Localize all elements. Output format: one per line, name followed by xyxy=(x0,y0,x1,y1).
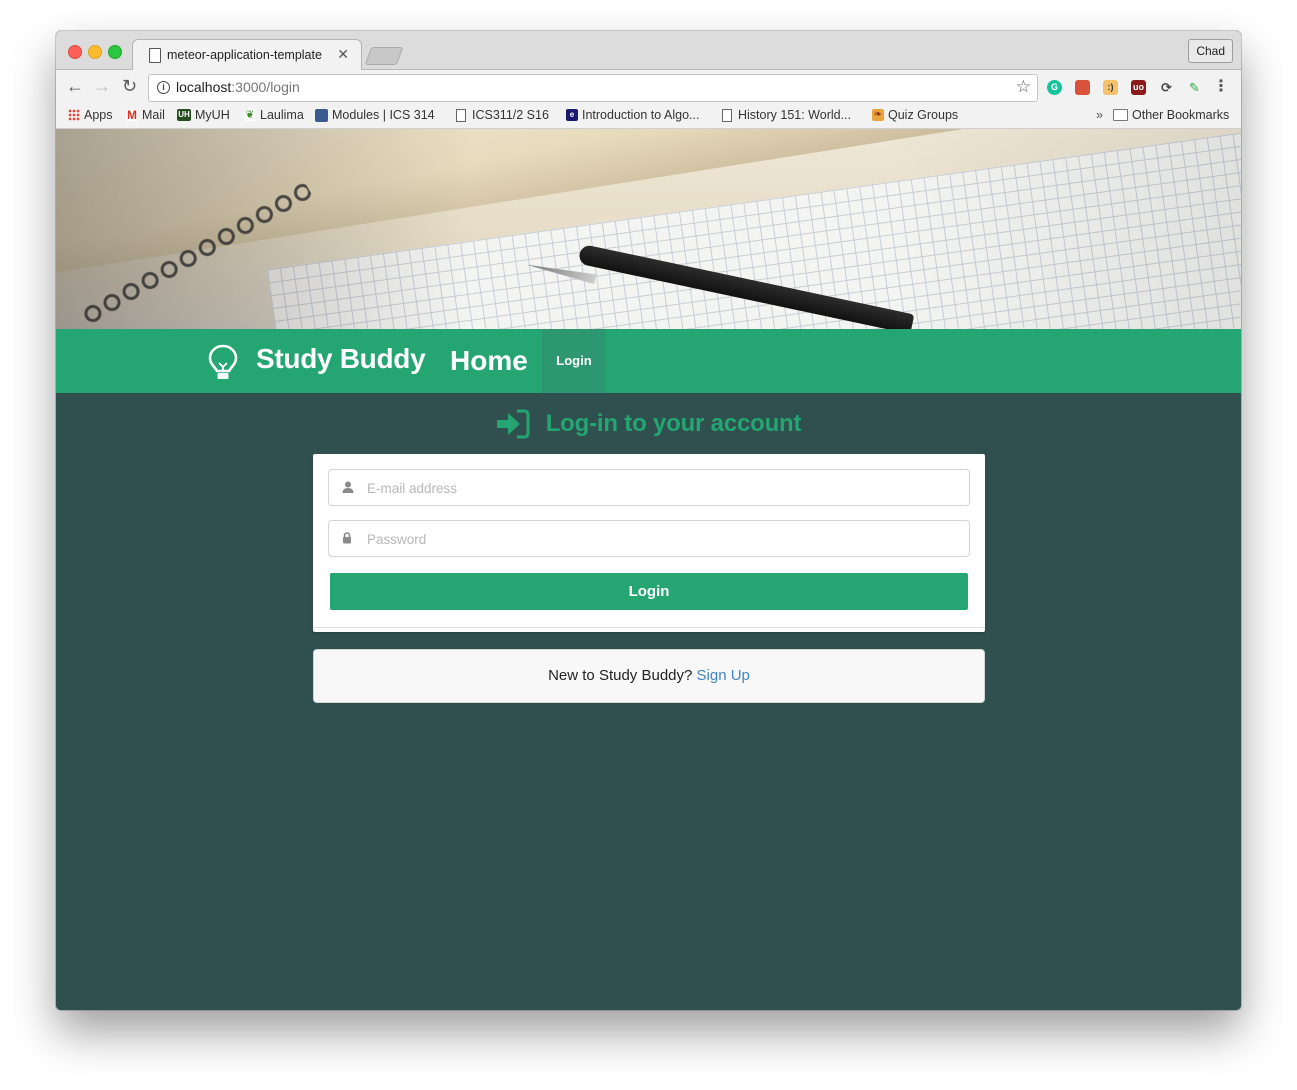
bookmarks-overflow-chevron-icon[interactable]: » xyxy=(1096,108,1103,122)
sync-extension-icon[interactable]: ⟳ xyxy=(1159,80,1174,95)
email-field[interactable] xyxy=(328,469,970,507)
back-arrow-icon[interactable]: ← xyxy=(66,76,84,97)
close-tab-icon[interactable]: ✕ xyxy=(337,46,349,63)
maximize-window-button[interactable] xyxy=(108,45,122,59)
tab-strip: meteor-application-template ✕ Chad xyxy=(56,31,1241,71)
lightbulb-icon xyxy=(208,344,238,379)
face-extension-icon[interactable]: :) xyxy=(1103,80,1118,95)
browser-tab-active[interactable]: meteor-application-template ✕ xyxy=(132,39,362,71)
grammarly-extension-icon[interactable]: G xyxy=(1047,80,1062,95)
address-bar[interactable]: i localhost:3000/login ☆ xyxy=(148,74,1038,102)
password-field[interactable] xyxy=(328,520,970,558)
book-extension-icon[interactable] xyxy=(1075,80,1090,95)
uh-icon: UH xyxy=(177,109,191,121)
browser-window: meteor-application-template ✕ Chad ← → ↻… xyxy=(56,31,1241,1010)
profile-button[interactable]: Chad xyxy=(1188,39,1233,63)
site-icon: e xyxy=(566,109,578,121)
bookmark-apps[interactable]: Apps xyxy=(68,108,113,122)
password-input[interactable] xyxy=(365,521,959,558)
document-icon xyxy=(149,48,161,63)
email-input[interactable] xyxy=(365,470,959,507)
ublock-extension-icon[interactable]: uo xyxy=(1131,80,1146,95)
bookmark-history151[interactable]: History 151: World... xyxy=(722,108,851,122)
forward-arrow-icon[interactable]: → xyxy=(93,76,111,97)
apps-grid-icon xyxy=(68,109,80,121)
folder-icon xyxy=(1113,109,1128,121)
square-icon xyxy=(315,108,328,122)
leaf-icon: ❦ xyxy=(244,109,256,121)
signup-prompt: New to Study Buddy? xyxy=(548,667,697,684)
bookmarks-bar: Apps M Mail UH MyUH ❦ Laulima Modules | … xyxy=(56,104,1241,129)
gmail-icon: M xyxy=(126,108,138,122)
bookmark-modules-ics314[interactable]: Modules | ICS 314 xyxy=(315,108,435,122)
login-header-title: Log-in to your account xyxy=(545,410,802,437)
form-divider xyxy=(313,627,985,628)
sandals-icon: ❧ xyxy=(872,109,884,121)
hero-shade xyxy=(56,129,1241,329)
bookmark-other-folder[interactable]: Other Bookmarks xyxy=(1113,108,1229,122)
bookmark-myuh[interactable]: UH MyUH xyxy=(177,108,230,122)
sign-in-icon xyxy=(496,409,530,439)
browser-toolbar: ← → ↻ i localhost:3000/login ☆ G :) uo ⟳… xyxy=(56,70,1241,104)
url-text[interactable]: localhost:3000/login xyxy=(176,79,300,95)
lock-icon xyxy=(343,532,351,544)
new-tab-button[interactable] xyxy=(364,47,404,65)
tool-extension-icon[interactable]: ✎ xyxy=(1187,80,1202,95)
document-icon xyxy=(456,108,466,122)
browser-menu-icon[interactable]: ⋮ xyxy=(1213,76,1229,96)
login-form: Login xyxy=(313,454,985,632)
bookmark-mail[interactable]: M Mail xyxy=(126,108,165,122)
bookmark-laulima[interactable]: ❦ Laulima xyxy=(244,108,304,122)
signup-message: New to Study Buddy? Sign Up xyxy=(313,649,985,703)
document-icon xyxy=(722,108,732,122)
minimize-window-button[interactable] xyxy=(88,45,102,59)
close-window-button[interactable] xyxy=(68,45,82,59)
login-submit-button[interactable]: Login xyxy=(330,573,968,610)
reload-icon[interactable]: ↻ xyxy=(122,76,137,97)
signup-link[interactable]: Sign Up xyxy=(697,667,750,684)
login-header: Log-in to your account xyxy=(56,409,1241,444)
user-icon xyxy=(342,481,354,493)
page-content: Study Buddy Home Login Log-in to your ac… xyxy=(56,129,1241,1010)
top-navbar: Study Buddy Home Login xyxy=(56,329,1241,393)
bookmark-intro-algorithms[interactable]: e Introduction to Algo... xyxy=(566,108,699,122)
nav-home-link[interactable]: Home xyxy=(450,345,528,377)
bookmark-quiz-groups[interactable]: ❧ Quiz Groups xyxy=(872,108,958,122)
brand-title[interactable]: Study Buddy xyxy=(256,343,426,375)
hero-image xyxy=(56,129,1241,329)
info-icon[interactable]: i xyxy=(157,81,170,94)
bookmark-star-icon[interactable]: ☆ xyxy=(1016,77,1031,97)
nav-login-link[interactable]: Login xyxy=(542,329,606,393)
bookmark-ics311[interactable]: ICS311/2 S16 xyxy=(456,108,549,122)
tab-title: meteor-application-template xyxy=(167,48,322,62)
